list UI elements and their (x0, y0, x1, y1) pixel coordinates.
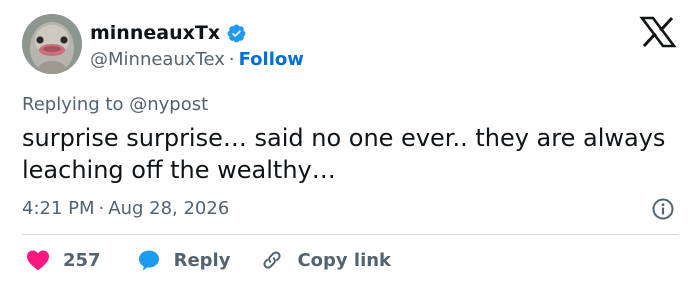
display-name[interactable]: minneauxTx (90, 22, 220, 44)
info-icon[interactable] (651, 197, 675, 225)
ostrich-avatar-image (22, 14, 82, 74)
copy-link-label: Copy link (297, 249, 392, 271)
timestamp-separator: · (98, 198, 105, 219)
avatar[interactable] (22, 14, 82, 74)
author-handle-row: @MinneauxTex · Follow (90, 49, 304, 70)
reply-label: Reply (173, 249, 231, 271)
replying-to-handle[interactable]: @nypost (129, 94, 208, 115)
tweet-timestamp[interactable]: 4:21 PM · Aug 28, 2026 (22, 198, 229, 219)
follow-button[interactable]: Follow (239, 49, 304, 70)
verified-badge-icon (226, 23, 247, 44)
speech-bubble-icon (138, 250, 159, 271)
tweet-time: 4:21 PM (22, 198, 95, 219)
tweet-date: Aug 28, 2026 (108, 198, 230, 219)
replying-prefix: Replying to (22, 94, 124, 115)
reply-button[interactable]: Reply (137, 248, 231, 272)
link-icon (263, 251, 281, 269)
tweet-text: surprise surprise… said no one ever.. th… (22, 124, 666, 184)
like-button[interactable]: 257 (26, 249, 101, 271)
handle-separator: · (228, 49, 235, 70)
author-name-row: minneauxTx (90, 22, 247, 44)
divider (22, 234, 679, 235)
tweet-embed-card: minneauxTx @MinneauxTex · Follow Replyin… (0, 0, 700, 287)
replying-to-line: Replying to @nypost (22, 94, 208, 115)
author-handle[interactable]: @MinneauxTex (90, 49, 225, 70)
x-logo-icon[interactable] (638, 16, 678, 52)
action-bar: 257 Reply Copy link (26, 248, 391, 272)
like-count: 257 (63, 249, 101, 271)
copy-link-button[interactable]: Copy link (260, 248, 391, 272)
heart-icon (27, 250, 49, 271)
